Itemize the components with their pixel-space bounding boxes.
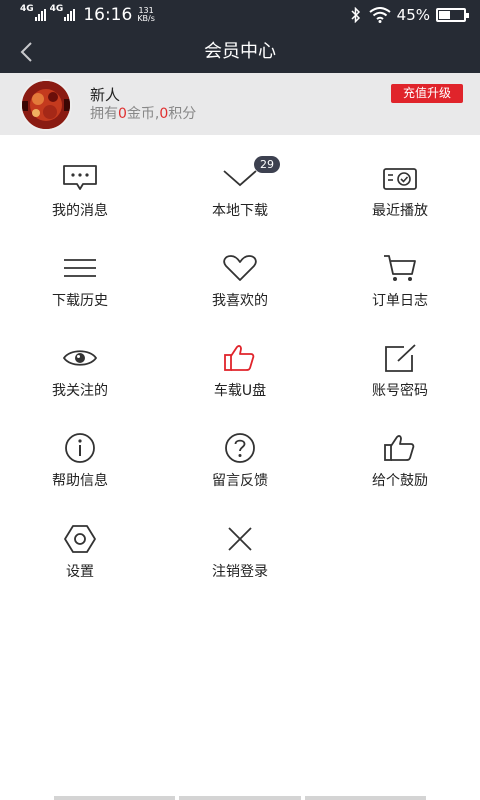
menu-item-favorites[interactable]: 我喜欢的 xyxy=(160,225,320,315)
menu-label: 设置 xyxy=(66,564,94,580)
menu-item-help[interactable]: 帮助信息 xyxy=(0,405,160,495)
bluetooth-icon xyxy=(351,7,360,23)
menu-label: 订单日志 xyxy=(372,293,428,309)
avatar[interactable] xyxy=(20,79,72,131)
menu-label: 车载U盘 xyxy=(213,383,267,399)
menu-item-feedback[interactable]: 留言反馈 xyxy=(160,405,320,495)
menu-item-recent-play[interactable]: 最近播放 xyxy=(320,135,480,225)
menu-label: 我关注的 xyxy=(52,383,108,399)
status-bar: 4G 4G 16:16 131 KB/s 45% xyxy=(0,0,480,30)
recent-play-badge: 29 xyxy=(254,156,280,173)
menu-label: 本地下载 xyxy=(212,203,268,219)
battery-icon xyxy=(436,8,469,22)
speed-unit: KB/s xyxy=(137,14,155,23)
user-stats: 拥有0金币,0积分 xyxy=(90,103,196,123)
menu-label: 我的消息 xyxy=(52,203,108,219)
message-icon xyxy=(58,161,102,195)
signal-icon-2: 4G xyxy=(50,4,76,21)
coin-count: 0 xyxy=(118,106,127,122)
close-x-icon xyxy=(218,522,262,556)
menu-item-car-usb[interactable]: 车载U盘 xyxy=(160,315,320,405)
network-type-2: 4G xyxy=(49,4,64,14)
status-left: 4G 4G 16:16 131 KB/s xyxy=(20,4,155,26)
gear-icon xyxy=(58,522,102,556)
menu-item-settings[interactable]: 设置 xyxy=(0,496,160,586)
menu-label: 帮助信息 xyxy=(52,473,108,489)
menu-item-download-history[interactable]: 下载历史 xyxy=(0,225,160,315)
network-speed: 131 KB/s xyxy=(137,7,155,23)
menu-item-messages[interactable]: 我的消息 xyxy=(0,135,160,225)
heart-icon xyxy=(218,251,262,285)
menu-label: 账号密码 xyxy=(372,383,428,399)
list-lines-icon xyxy=(58,251,102,285)
status-right: 45% xyxy=(351,4,469,26)
points-unit: 积分 xyxy=(168,106,197,122)
menu-item-account-password[interactable]: 账号密码 xyxy=(320,315,480,405)
menu-label: 给个鼓励 xyxy=(372,473,428,489)
menu-label: 我喜欢的 xyxy=(212,293,268,309)
points-count: 0 xyxy=(159,106,169,122)
upgrade-button[interactable]: 充值升级 xyxy=(391,84,463,103)
clock-time: 16:16 xyxy=(83,5,133,25)
eye-icon xyxy=(58,341,102,375)
battery-fill xyxy=(439,11,450,19)
network-type-1: 4G xyxy=(20,4,34,14)
coin-unit: 金币, xyxy=(126,106,160,122)
wifi-icon xyxy=(369,7,391,23)
avatar-image xyxy=(22,81,70,129)
menu-item-order-log[interactable]: 订单日志 xyxy=(320,225,480,315)
stats-prefix: 拥有 xyxy=(90,106,118,122)
bottom-divider xyxy=(54,796,426,800)
menu-item-following[interactable]: 我关注的 xyxy=(0,315,160,405)
info-icon xyxy=(58,431,102,465)
menu-label: 下载历史 xyxy=(52,293,108,309)
header-bar: 会员中心 xyxy=(0,30,480,73)
page-title: 会员中心 xyxy=(204,41,276,62)
thumbs-up-icon xyxy=(378,431,422,465)
user-name: 新人 xyxy=(90,86,121,104)
edit-box-icon xyxy=(378,341,422,375)
menu-label: 最近播放 xyxy=(372,203,428,219)
signal-icon: 4G xyxy=(20,4,46,21)
menu-item-local-downloads[interactable]: 本地下载 xyxy=(160,135,320,225)
menu-item-logout[interactable]: 注销登录 xyxy=(160,496,320,586)
profile-card[interactable]: 新人 拥有0金币,0积分 充值升级 xyxy=(0,73,480,135)
cart-icon xyxy=(378,251,422,285)
menu-label: 注销登录 xyxy=(212,564,268,580)
question-icon xyxy=(218,431,262,465)
menu-label: 留言反馈 xyxy=(212,473,268,489)
recent-play-icon xyxy=(378,161,422,195)
battery-percent: 45% xyxy=(396,6,430,24)
thumbs-up-red-icon xyxy=(218,341,262,375)
menu-item-encourage[interactable]: 给个鼓励 xyxy=(320,405,480,495)
